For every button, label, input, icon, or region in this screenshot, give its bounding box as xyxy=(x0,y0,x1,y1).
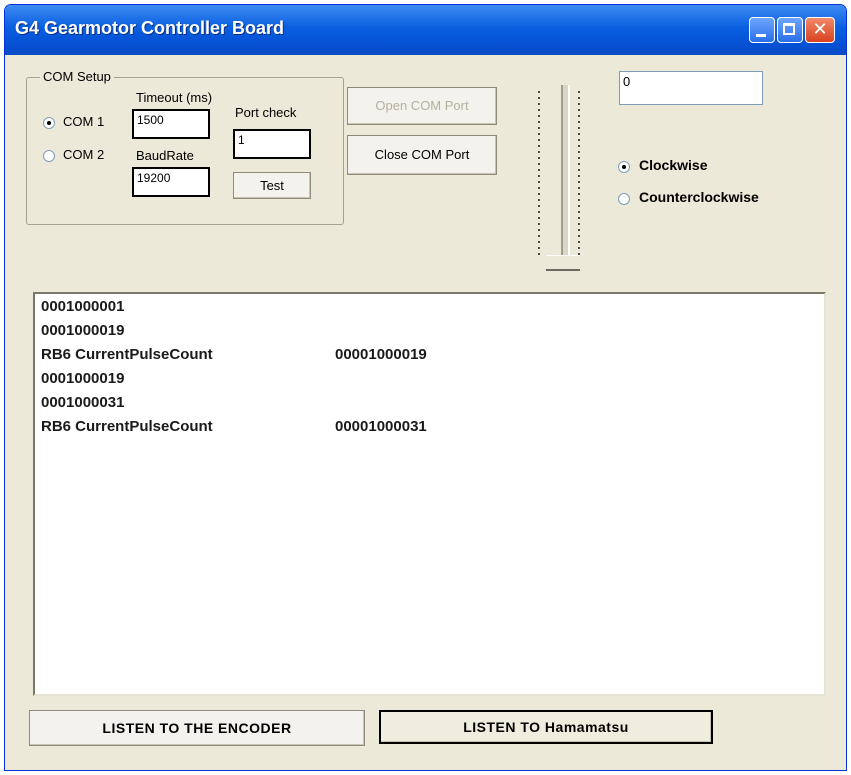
port-check-label: Port check xyxy=(235,105,297,120)
clockwise-radio[interactable] xyxy=(618,161,630,173)
com2-radio[interactable] xyxy=(43,150,55,162)
slider-thumb[interactable] xyxy=(546,255,580,271)
log-line-text: 0001000031 xyxy=(41,394,125,411)
com-setup-label: COM Setup xyxy=(40,69,114,84)
baudrate-input[interactable]: 19200 xyxy=(132,167,210,197)
clockwise-label[interactable]: Clockwise xyxy=(639,157,707,173)
log-line-text: 0001000019 xyxy=(41,322,125,339)
window-title: G4 Gearmotor Controller Board xyxy=(15,18,285,38)
com1-radio[interactable] xyxy=(43,117,55,129)
listen-encoder-button[interactable]: LISTEN TO THE ENCODER xyxy=(29,710,365,746)
minimize-icon xyxy=(756,34,766,37)
baudrate-label: BaudRate xyxy=(136,148,194,163)
log-line-text: 0001000001 xyxy=(41,298,125,315)
listen-hamamatsu-button[interactable]: LISTEN TO Hamamatsu xyxy=(379,710,713,744)
main-window: G4 Gearmotor Controller Board ✕ COM Setu… xyxy=(4,4,847,771)
minimize-button[interactable] xyxy=(749,17,775,43)
timeout-label: Timeout (ms) xyxy=(136,90,213,105)
log-line-text: RB6 CurrentPulseCount xyxy=(41,418,213,435)
port-check-input[interactable]: 1 xyxy=(233,129,311,159)
log-line-value: 00001000031 xyxy=(335,418,427,435)
position-input[interactable]: 0 xyxy=(619,71,763,105)
log-line-text: RB6 CurrentPulseCount xyxy=(41,346,213,363)
maximize-icon xyxy=(783,23,795,35)
counterclockwise-label[interactable]: Counterclockwise xyxy=(639,189,759,205)
log-listbox[interactable]: 0001000001 0001000019 RB6 CurrentPulseCo… xyxy=(33,292,826,696)
slider-ticks-left xyxy=(538,91,540,259)
slider-ticks-right xyxy=(578,91,580,259)
log-line-value: 00001000019 xyxy=(335,346,427,363)
com2-label[interactable]: COM 2 xyxy=(63,147,104,162)
timeout-input[interactable]: 1500 xyxy=(132,109,210,139)
title-bar[interactable]: G4 Gearmotor Controller Board ✕ xyxy=(5,5,846,55)
speed-slider[interactable] xyxy=(561,85,570,267)
counterclockwise-radio[interactable] xyxy=(618,193,630,205)
com1-label[interactable]: COM 1 xyxy=(63,114,104,129)
log-line-text: 0001000019 xyxy=(41,370,125,387)
close-button[interactable]: ✕ xyxy=(805,17,835,43)
test-button[interactable]: Test xyxy=(233,172,311,199)
close-com-port-button[interactable]: Close COM Port xyxy=(347,135,497,175)
maximize-button[interactable] xyxy=(777,17,803,43)
close-icon: ✕ xyxy=(812,19,828,40)
open-com-port-button[interactable]: Open COM Port xyxy=(347,87,497,125)
